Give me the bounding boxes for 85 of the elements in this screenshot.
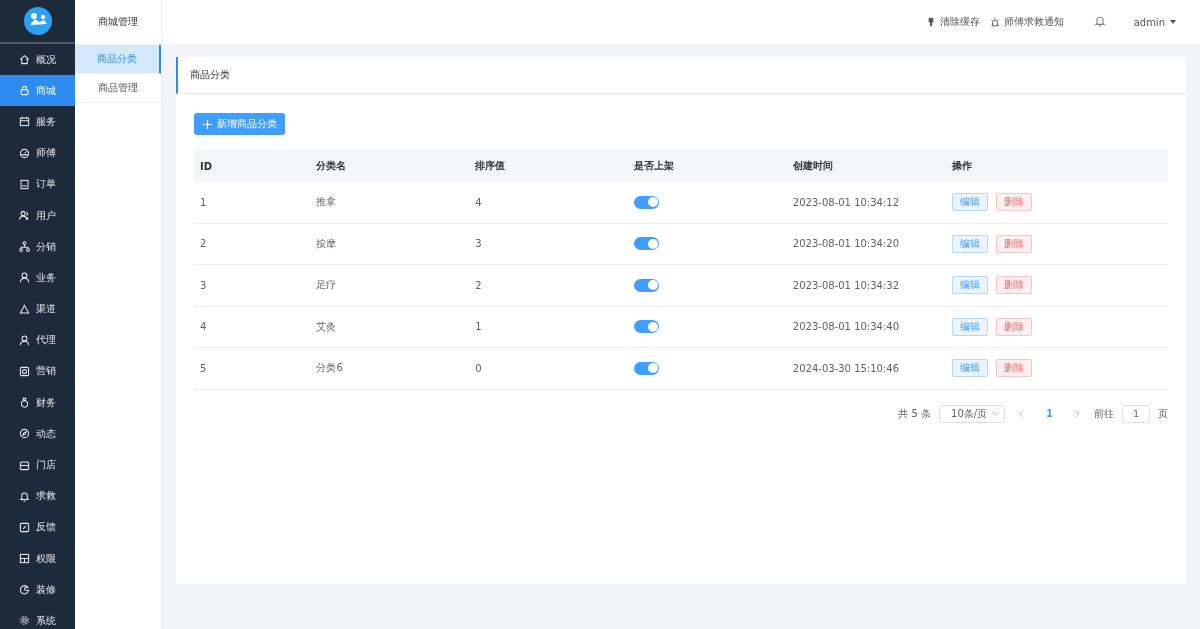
home-icon xyxy=(19,54,30,66)
table-cell: 3 xyxy=(194,264,311,306)
table-cell: 2023-08-01 10:34:40 xyxy=(786,306,946,348)
table-cell: 2023-08-01 10:34:20 xyxy=(786,223,946,265)
sidebar-item[interactable]: 财务 xyxy=(0,387,75,419)
store-icon xyxy=(19,459,30,471)
clear-cache-link[interactable]: 清除缓存 xyxy=(925,15,980,29)
lock-icon xyxy=(19,85,30,97)
page-suffix: 页 xyxy=(1158,406,1168,421)
sidebar-item[interactable]: 系统 xyxy=(0,605,75,629)
column-header: 排序值 xyxy=(469,150,629,182)
gauge-icon xyxy=(19,147,30,159)
table-cell: 足疗 xyxy=(310,264,470,306)
compass-icon xyxy=(19,428,30,440)
sidebar-item[interactable]: 求救 xyxy=(0,480,75,512)
box-icon xyxy=(19,365,30,377)
card-header: 商品分类 xyxy=(176,57,1186,94)
toggle-switch[interactable] xyxy=(634,195,660,209)
column-header: 操作 xyxy=(945,150,1168,182)
user-icon xyxy=(19,334,30,346)
table-cell: 3 xyxy=(469,223,629,265)
sidebar-item[interactable]: 门店 xyxy=(0,449,75,481)
table-cell: 4 xyxy=(469,182,629,223)
table-cell: 2024-03-30 15:10:46 xyxy=(786,347,946,389)
toggle-switch[interactable] xyxy=(634,278,660,292)
table-cell: 艾灸 xyxy=(310,306,470,348)
sidebar-item[interactable]: 反馈 xyxy=(0,511,75,543)
calendar-icon xyxy=(19,116,30,128)
user-icon xyxy=(19,272,30,284)
document-icon xyxy=(19,178,30,190)
user-menu[interactable]: admin xyxy=(1133,16,1176,28)
sidebar-item[interactable]: 渠道 xyxy=(0,293,75,325)
alarm-icon xyxy=(989,17,1000,27)
bell-icon xyxy=(19,490,30,502)
submenu-title: 商城管理 xyxy=(98,15,138,29)
table-cell: 2023-08-01 10:34:12 xyxy=(786,182,946,223)
column-header: 分类名 xyxy=(310,150,470,182)
bell-icon xyxy=(1093,15,1106,27)
prev-page-icon[interactable] xyxy=(1019,409,1025,418)
sidebar-item[interactable]: 概况 xyxy=(0,44,75,76)
table-cell: 2 xyxy=(194,223,311,265)
users-icon xyxy=(19,210,30,222)
table-cell: 2023-08-01 10:34:32 xyxy=(786,264,946,306)
table-cell: 1 xyxy=(469,306,629,348)
sidebar-item[interactable]: 代理 xyxy=(0,324,75,356)
toggle-switch[interactable] xyxy=(634,237,660,251)
hierarchy-icon xyxy=(19,241,30,253)
sidebar-item[interactable]: 业务 xyxy=(0,262,75,294)
toggle-switch[interactable] xyxy=(634,320,660,334)
caret-icon xyxy=(1170,20,1176,24)
table-cell: 推拿 xyxy=(310,182,470,223)
triangle-icon xyxy=(19,303,30,315)
sidebar-item[interactable]: 服务 xyxy=(0,106,75,138)
sidebar-item[interactable]: 订单 xyxy=(0,168,75,200)
goto-page-field[interactable]: 1 xyxy=(1122,404,1150,423)
column-header: ID xyxy=(194,150,311,182)
grid-icon xyxy=(19,553,30,565)
page-size-select[interactable]: 10条/页 xyxy=(939,404,1006,423)
sidebar-item[interactable]: 营销 xyxy=(0,355,75,388)
table-cell: 5 xyxy=(194,347,311,389)
sidebar-item[interactable]: 动态 xyxy=(0,418,75,450)
submenu-item[interactable]: 商品管理 xyxy=(75,74,161,103)
sidebar-item[interactable]: 分销 xyxy=(0,231,75,263)
column-header: 创建时间 xyxy=(786,150,946,182)
sidebar-item[interactable]: 师傅 xyxy=(0,137,75,169)
table-cell: 分类6 xyxy=(310,347,470,389)
table-cell: 4 xyxy=(194,306,311,348)
toggle-switch[interactable] xyxy=(634,361,660,375)
sidebar-item[interactable]: 权限 xyxy=(0,543,75,575)
brush-icon xyxy=(925,17,936,27)
plus-icon xyxy=(202,119,212,129)
column-header: 是否上架 xyxy=(628,150,787,182)
sidebar-item[interactable]: 用户 xyxy=(0,199,75,232)
logo-icon xyxy=(23,7,52,35)
goto-label: 前往 xyxy=(1094,406,1114,421)
table-cell: 2 xyxy=(469,264,629,306)
table-cell: 0 xyxy=(469,347,629,389)
notice-link[interactable]: 师傅求救通知 xyxy=(989,15,1064,29)
sidebar-item[interactable]: 装修 xyxy=(0,574,75,606)
square-icon xyxy=(19,521,30,533)
table-cell: 按摩 xyxy=(310,223,470,265)
total-count: 共 5 条 xyxy=(898,406,932,421)
next-page-icon[interactable] xyxy=(1075,409,1080,418)
table-cell: 1 xyxy=(194,182,311,223)
chevron-down-icon xyxy=(992,411,1000,416)
